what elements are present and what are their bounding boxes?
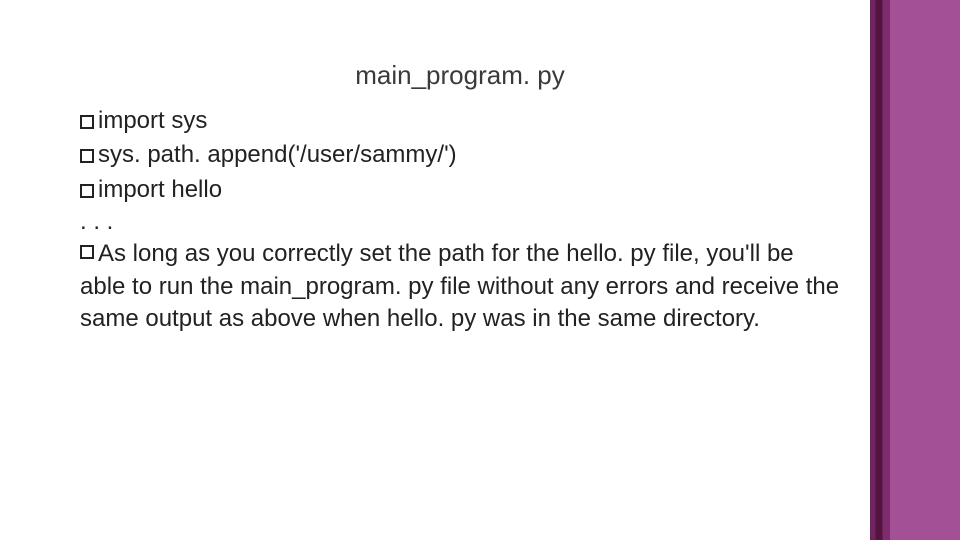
- code-line-3: import hello: [80, 174, 840, 206]
- slide-content: main_program. py import sys sys. path. a…: [80, 60, 840, 335]
- bullet-box-icon: [80, 245, 94, 259]
- para-lead: As: [98, 240, 126, 267]
- decorative-sidebar: [870, 0, 960, 540]
- slide: main_program. py import sys sys. path. a…: [0, 0, 960, 540]
- bullet-box-icon: [80, 184, 94, 198]
- code-line-2: sys. path. append('/user/sammy/'): [80, 139, 840, 171]
- code-text: import sys: [98, 107, 207, 134]
- bullet-box-icon: [80, 149, 94, 163]
- paragraph: As long as you correctly set the path fo…: [80, 238, 840, 335]
- code-text: import hello: [98, 176, 222, 203]
- bullet-box-icon: [80, 115, 94, 129]
- code-line-1: import sys: [80, 105, 840, 137]
- para-rest: long as you correctly set the path for t…: [80, 240, 839, 332]
- slide-title: main_program. py: [80, 60, 840, 91]
- ellipsis-line: . . .: [80, 208, 840, 236]
- code-text: sys. path. append('/user/sammy/'): [98, 141, 457, 168]
